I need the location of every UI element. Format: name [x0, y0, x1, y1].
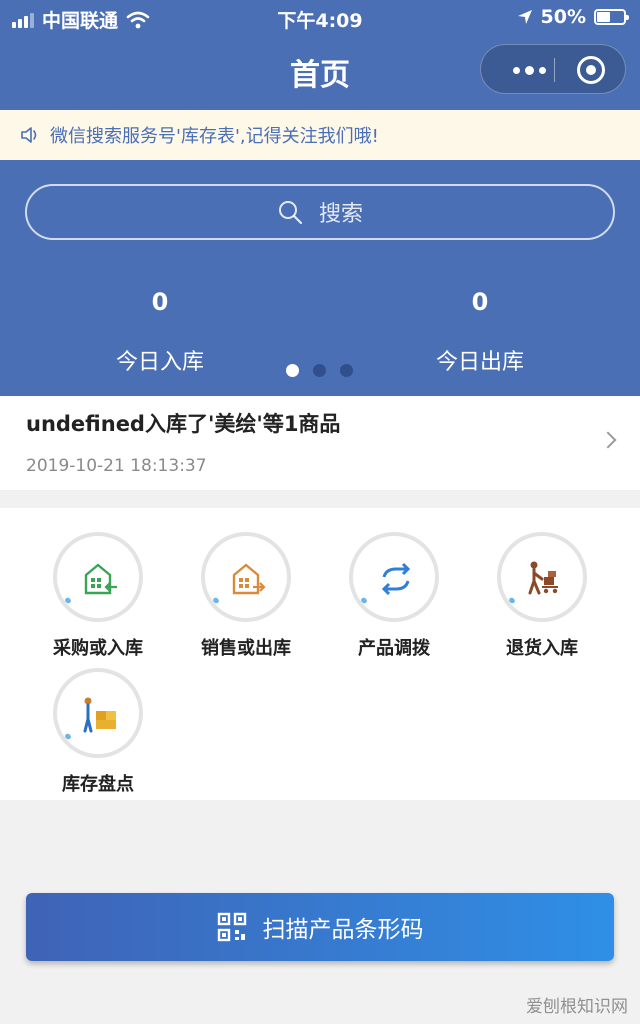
- search-placeholder: 搜索: [318, 202, 363, 227]
- mini-program-capsule: [480, 44, 626, 94]
- carousel-indicator[interactable]: [286, 364, 353, 377]
- notice-bar[interactable]: 微信搜索服务号'库存表',记得关注我们哦!: [0, 110, 640, 160]
- status-bar: 中国联通 下午4:09 50%: [0, 0, 640, 36]
- chevron-right-icon: [599, 431, 617, 449]
- carousel-dot[interactable]: [286, 364, 299, 377]
- carousel-dot[interactable]: [340, 364, 353, 377]
- speaker-icon: [21, 127, 37, 143]
- action-return-inbound[interactable]: 退货入库: [468, 532, 616, 660]
- record-timestamp: 2019-10-21 18:13:37: [26, 456, 207, 476]
- action-label: 销售或出库: [201, 638, 291, 659]
- warehouse-out-icon: [232, 563, 266, 595]
- location-arrow-icon: [517, 10, 532, 24]
- scan-barcode-button[interactable]: 扫描产品条形码: [26, 893, 614, 961]
- transfer-icon: [381, 562, 411, 596]
- record-title: undefined入库了'美绘'等1商品: [26, 412, 341, 436]
- warehouse-in-icon: [84, 563, 117, 595]
- scan-button-label: 扫描产品条形码: [262, 917, 424, 943]
- capsule-divider: [554, 58, 555, 82]
- battery-fill: [597, 12, 610, 22]
- carousel-dot[interactable]: [313, 364, 326, 377]
- today-outbound-stat[interactable]: 0 今日出库: [360, 288, 600, 376]
- more-menu-icon[interactable]: [501, 59, 557, 81]
- qr-code-icon: [217, 912, 246, 942]
- action-grid: 采购或入库 销售或出库 产品调拨 退货入库 库存盘点: [0, 508, 640, 800]
- today-outbound-label: 今日出库: [435, 350, 524, 375]
- search-icon: [278, 201, 303, 225]
- action-sales-outbound[interactable]: 销售或出库: [172, 532, 320, 660]
- close-mini-program-icon[interactable]: [577, 56, 605, 84]
- action-purchase-inbound[interactable]: 采购或入库: [24, 532, 172, 660]
- today-inbound-label: 今日入库: [115, 350, 204, 375]
- search-input[interactable]: 搜索: [25, 184, 615, 240]
- action-product-transfer[interactable]: 产品调拨: [320, 532, 468, 660]
- action-label: 产品调拨: [358, 638, 430, 659]
- hero-panel: 搜索 0 今日入库 0 今日出库: [0, 160, 640, 396]
- watermark: 爱刨根知识网: [526, 997, 628, 1017]
- inventory-check-icon: [83, 697, 116, 733]
- top-bar: 中国联通 下午4:09 50% 首页: [0, 0, 640, 110]
- today-inbound-count: 0: [151, 288, 169, 316]
- action-label: 库存盘点: [62, 774, 134, 795]
- return-cart-icon: [528, 561, 558, 595]
- battery-icon: [594, 9, 629, 25]
- today-inbound-stat[interactable]: 0 今日入库: [40, 288, 280, 376]
- notice-text: 微信搜索服务号'库存表',记得关注我们哦!: [50, 126, 379, 147]
- action-inventory-check[interactable]: 库存盘点: [24, 668, 172, 796]
- battery-percent: 50%: [540, 6, 586, 28]
- today-outbound-count: 0: [471, 288, 489, 316]
- latest-record-item[interactable]: undefined入库了'美绘'等1商品 2019-10-21 18:13:37: [0, 396, 640, 490]
- action-label: 采购或入库: [53, 638, 143, 659]
- action-label: 退货入库: [506, 638, 578, 659]
